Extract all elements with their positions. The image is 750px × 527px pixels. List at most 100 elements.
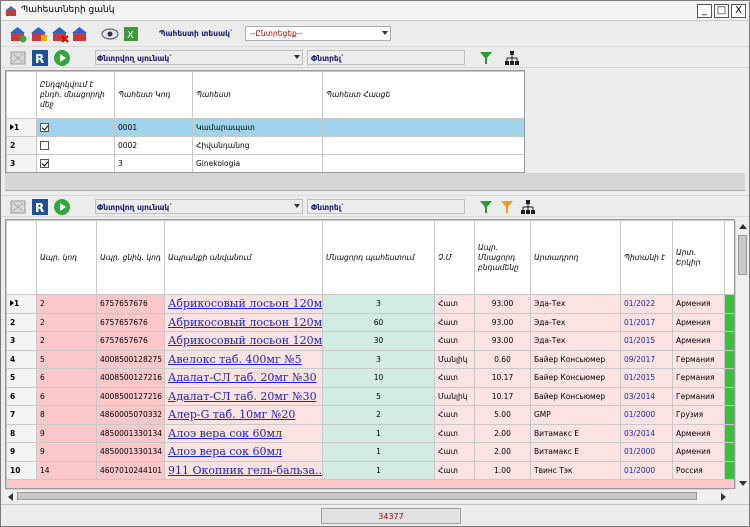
- table-row[interactable]: 3 2 6757657676 Абрикосовый лосьон 120мл 30 Հա…: [6, 331, 734, 351]
- add-warehouse-icon[interactable]: [9, 25, 27, 43]
- included-cell[interactable]: [36, 136, 115, 155]
- row-number: 1: [6, 294, 37, 314]
- product-name-cell[interactable]: Адалат-СЛ таб. 20мг №30: [164, 386, 323, 406]
- scroll-left-icon[interactable]: [8, 493, 13, 501]
- table-row[interactable]: 6 6 4008500127216 Адалат-СЛ таб. 20мг №30 5 Մ…: [6, 386, 734, 406]
- product-name-cell[interactable]: Алоэ вера сок 60мл: [164, 442, 323, 462]
- col-header-manufacturer[interactable]: Արտադրող: [530, 220, 621, 295]
- status-marker: [724, 442, 734, 462]
- table-row[interactable]: 7 8 4860005070332 Алер-G таб. 10мг №20 2 Հատ 5…: [6, 405, 734, 425]
- col-header-country[interactable]: Արտ. Երկիր: [672, 220, 725, 295]
- included-checkbox[interactable]: [40, 123, 49, 133]
- warehouse-refresh-icon[interactable]: [71, 25, 89, 43]
- col-header-product-name[interactable]: Ապրանքի անվանում: [164, 220, 323, 295]
- report-icon[interactable]: R: [31, 198, 49, 216]
- included-cell[interactable]: [36, 154, 115, 172]
- product-name-cell[interactable]: Авелокс таб. 400мг №5: [164, 349, 323, 369]
- hierarchy-icon[interactable]: [503, 49, 521, 67]
- product-name-cell[interactable]: Адалат-СЛ таб. 20мг №30: [164, 368, 323, 388]
- unit-cell: Հատ: [434, 294, 475, 314]
- stock-qty-cell: 1: [322, 442, 435, 462]
- product-name-link[interactable]: Адалат-СЛ таб. 20мг №30: [168, 371, 317, 384]
- barcode-cell: 4607010244101: [96, 460, 165, 480]
- col-header-expiry[interactable]: Պիտանի է: [620, 220, 673, 295]
- col-header-address[interactable]: Պահեստ Հասցե: [322, 71, 524, 119]
- scroll-right-icon[interactable]: [721, 493, 726, 501]
- table-row[interactable]: 1 0001 Կամարապատ: [6, 118, 524, 137]
- product-name-cell[interactable]: 911 Окопник гель-бальза...: [164, 460, 323, 480]
- clear-filter-icon[interactable]: [9, 49, 27, 67]
- search-column-select[interactable]: [95, 50, 303, 65]
- filter-icon[interactable]: [477, 49, 495, 67]
- product-name-link[interactable]: Алер-G таб. 10мг №20: [168, 408, 295, 421]
- col-header-code[interactable]: Ապր. կոդ: [36, 220, 97, 295]
- bottom-grid-toolbar: R Փնտրվող սյունակ` Փնտրել`: [1, 195, 749, 217]
- svg-text:R: R: [35, 201, 44, 215]
- product-name-link[interactable]: Абрикосовый лосьон 120мл: [168, 334, 322, 347]
- minimize-button[interactable]: _: [697, 4, 712, 18]
- vertical-scrollbar[interactable]: [735, 221, 749, 489]
- maximize-button[interactable]: □: [714, 4, 729, 18]
- horizontal-scrollbar[interactable]: [5, 489, 729, 502]
- product-name-link[interactable]: 911 Окопник гель-бальза...: [168, 464, 322, 477]
- report-icon[interactable]: R: [31, 49, 49, 67]
- search-input[interactable]: [307, 199, 465, 214]
- product-name-link[interactable]: Авелокс таб. 400мг №5: [168, 353, 302, 366]
- col-header-extra[interactable]: [724, 220, 734, 295]
- table-row-partial[interactable]: [6, 479, 734, 488]
- clear-filter-icon[interactable]: [9, 198, 27, 216]
- table-row[interactable]: 3 3 Ginekologia: [6, 154, 524, 172]
- expiry-cell: 03/2014: [620, 386, 673, 406]
- table-row[interactable]: 5 6 4008500127216 Адалат-СЛ таб. 20мг №30 10…: [6, 368, 734, 388]
- close-button[interactable]: X: [731, 4, 746, 18]
- search-input[interactable]: [307, 50, 465, 65]
- go-icon[interactable]: [53, 198, 71, 216]
- search-column-select[interactable]: [95, 199, 303, 214]
- delete-warehouse-icon[interactable]: [51, 25, 69, 43]
- scroll-thumb[interactable]: [17, 492, 697, 500]
- edit-warehouse-icon[interactable]: [30, 25, 48, 43]
- product-name-cell[interactable]: Алоэ вера сок 60мл: [164, 423, 323, 443]
- col-header-name[interactable]: Պահեստ: [192, 71, 323, 119]
- table-row[interactable]: 4 5 4008500128275 Авелокс таб. 400мг №5 3 Ման…: [6, 349, 734, 369]
- col-header-stock-qty[interactable]: Մնացորդ պահեստում: [322, 220, 435, 295]
- included-checkbox[interactable]: [40, 141, 49, 151]
- col-header-barcode[interactable]: Ապր. ցնիկ. կոդ: [96, 220, 165, 295]
- warehouse-type-select[interactable]: --Ընտրեցեք--: [245, 26, 391, 41]
- scroll-thumb[interactable]: [738, 235, 747, 275]
- filter-icon[interactable]: [477, 198, 495, 216]
- product-name-cell[interactable]: Алер-G таб. 10мг №20: [164, 405, 323, 425]
- table-row[interactable]: 8 9 4850001330134 Алоэ вера сок 60мл 1 Հատ 2.0…: [6, 423, 734, 443]
- table-row[interactable]: 2 2 6757657676 Абрикосовый лосьон 120мл 60 Հա…: [6, 312, 734, 332]
- unit-cell: Հատ: [434, 368, 475, 388]
- address-cell: [322, 136, 524, 155]
- scroll-down-icon[interactable]: [739, 481, 747, 486]
- excel-export-icon[interactable]: X: [122, 25, 140, 43]
- scroll-up-icon[interactable]: [739, 224, 747, 229]
- included-cell[interactable]: [36, 118, 115, 137]
- col-header-total-stock[interactable]: Ապր. Մնացորդ բնդամենը: [474, 220, 531, 295]
- unit-cell: Մանլիկ: [434, 349, 475, 369]
- table-row[interactable]: 1 2 6757657676 Абрикосовый лосьон 120мл 3 Հատ…: [6, 294, 734, 314]
- col-header-code[interactable]: Պահեստ Կոդ: [114, 71, 193, 119]
- product-name-cell[interactable]: Абрикосовый лосьон 120мл: [164, 312, 323, 332]
- filter-remove-icon[interactable]: [498, 198, 516, 216]
- product-name-link[interactable]: Алоэ вера сок 60мл: [168, 427, 282, 440]
- product-name-link[interactable]: Адалат-СЛ таб. 20мг №30: [168, 390, 317, 403]
- view-icon[interactable]: [101, 25, 119, 43]
- product-name-link[interactable]: Алоэ вера сок 60мл: [168, 445, 282, 458]
- table-row[interactable]: 9 9 4850001330134 Алоэ вера сок 60мл 1 Հատ 2.0…: [6, 442, 734, 462]
- barcode-cell: 4008500127216: [96, 368, 165, 388]
- col-header-unit[interactable]: Չ.Մ: [434, 220, 475, 295]
- col-header-included[interactable]: Ընդգրկվում է բնդհ. մնացորդի մեջ: [36, 71, 115, 119]
- table-row[interactable]: 10 14 4607010244101 911 Окопник гель-бальза…: [6, 460, 734, 480]
- product-name-link[interactable]: Абрикосовый лосьон 120мл: [168, 297, 322, 310]
- go-icon[interactable]: [53, 49, 71, 67]
- product-name-cell[interactable]: Абрикосовый лосьон 120мл: [164, 331, 323, 351]
- hierarchy-icon[interactable]: [519, 198, 537, 216]
- included-checkbox[interactable]: [40, 159, 49, 169]
- product-name-link[interactable]: Абрикосовый лосьон 120мл: [168, 316, 322, 329]
- table-row[interactable]: 2 0002 Հիվանդանոց: [6, 136, 524, 155]
- splitter[interactable]: [5, 173, 745, 191]
- product-name-cell[interactable]: Абрикосовый лосьон 120мл: [164, 294, 323, 314]
